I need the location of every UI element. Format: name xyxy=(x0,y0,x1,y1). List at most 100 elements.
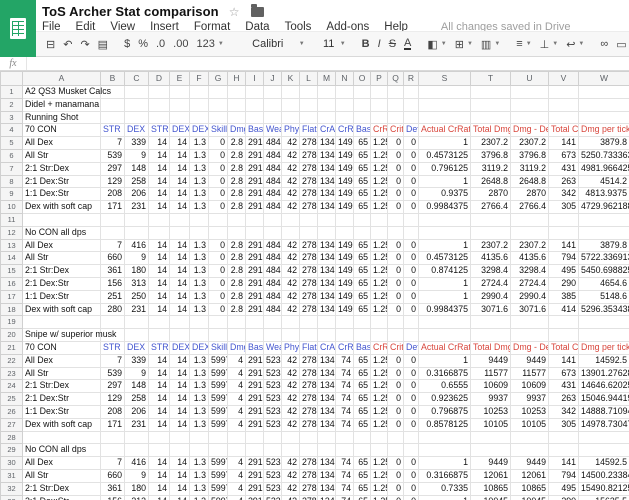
cell-I10[interactable]: 291 xyxy=(246,201,264,214)
row-header-31[interactable]: 31 xyxy=(1,469,23,482)
cell-U4[interactable]: Dmg - Def xyxy=(511,124,549,137)
insert-link-icon[interactable]: ∞ xyxy=(600,38,608,50)
cell-U21[interactable]: Dmg - Def xyxy=(511,341,549,354)
cell-D3[interactable] xyxy=(149,111,170,124)
cell-U28[interactable] xyxy=(511,431,549,444)
cell-B5[interactable]: 7 xyxy=(101,137,125,150)
cell-C30[interactable]: 416 xyxy=(125,457,149,470)
cell-A19[interactable] xyxy=(23,316,101,329)
cell-U1[interactable] xyxy=(511,86,549,99)
cell-G14[interactable]: 0 xyxy=(209,252,228,265)
cell-P16[interactable]: 1.25 xyxy=(371,277,388,290)
cell-A12[interactable]: No CON all dps xyxy=(23,226,101,239)
cell-S20[interactable] xyxy=(419,329,471,342)
cell-V14[interactable]: 794 xyxy=(549,252,579,265)
cell-K20[interactable] xyxy=(282,329,300,342)
cell-I29[interactable] xyxy=(246,444,264,457)
cell-E27[interactable]: 14 xyxy=(170,418,190,431)
cell-B23[interactable]: 539 xyxy=(101,367,125,380)
cell-J13[interactable]: 484 xyxy=(264,239,282,252)
cell-N11[interactable] xyxy=(336,213,354,226)
cell-S14[interactable]: 0.4573125 xyxy=(419,252,471,265)
cell-M22[interactable]: 134 xyxy=(318,354,336,367)
cell-Q23[interactable]: 0 xyxy=(388,367,404,380)
cell-T30[interactable]: 9449 xyxy=(471,457,511,470)
cell-Q30[interactable]: 0 xyxy=(388,457,404,470)
cell-D24[interactable]: 14 xyxy=(149,380,170,393)
cell-N22[interactable]: 74 xyxy=(336,354,354,367)
cell-I13[interactable]: 291 xyxy=(246,239,264,252)
cell-W20[interactable] xyxy=(579,329,629,342)
cell-F10[interactable]: 1.3 xyxy=(190,201,209,214)
cell-F4[interactable]: DEX xyxy=(190,124,209,137)
cell-C26[interactable]: 206 xyxy=(125,405,149,418)
column-header-D[interactable]: D xyxy=(149,72,170,86)
cell-T2[interactable] xyxy=(471,98,511,111)
cell-K33[interactable]: 42 xyxy=(282,495,300,500)
text-color-icon[interactable]: A xyxy=(404,38,411,50)
cell-R1[interactable] xyxy=(404,86,419,99)
column-header-N[interactable]: N xyxy=(336,72,354,86)
cell-R32[interactable]: 0 xyxy=(404,482,419,495)
cell-H13[interactable]: 2.8 xyxy=(228,239,246,252)
cell-E9[interactable]: 14 xyxy=(170,188,190,201)
cell-V32[interactable]: 495 xyxy=(549,482,579,495)
cell-N24[interactable]: 74 xyxy=(336,380,354,393)
cell-O23[interactable]: 65 xyxy=(354,367,371,380)
cell-M7[interactable]: 134 xyxy=(318,162,336,175)
cell-O19[interactable] xyxy=(354,316,371,329)
cell-V16[interactable]: 290 xyxy=(549,277,579,290)
number-format-menu[interactable]: 123▼ xyxy=(196,38,223,50)
cell-O13[interactable]: 65 xyxy=(354,239,371,252)
cell-V17[interactable]: 385 xyxy=(549,290,579,303)
cell-L33[interactable]: 278 xyxy=(300,495,318,500)
row-header-28[interactable]: 28 xyxy=(1,431,23,444)
cell-G15[interactable]: 0 xyxy=(209,265,228,278)
cell-F6[interactable]: 1.3 xyxy=(190,149,209,162)
row-header-24[interactable]: 24 xyxy=(1,380,23,393)
cell-U33[interactable]: 10045 xyxy=(511,495,549,500)
cell-E31[interactable]: 14 xyxy=(170,469,190,482)
cell-K27[interactable]: 42 xyxy=(282,418,300,431)
cell-K30[interactable]: 42 xyxy=(282,457,300,470)
redo-icon[interactable]: ↷ xyxy=(80,38,89,51)
column-header-O[interactable]: O xyxy=(354,72,371,86)
cell-L28[interactable] xyxy=(300,431,318,444)
cell-N3[interactable] xyxy=(336,111,354,124)
cell-J8[interactable]: 484 xyxy=(264,175,282,188)
cell-Q18[interactable]: 0 xyxy=(388,303,404,316)
cell-B6[interactable]: 539 xyxy=(101,149,125,162)
cell-T23[interactable]: 11577 xyxy=(471,367,511,380)
cell-V25[interactable]: 263 xyxy=(549,393,579,406)
cell-V5[interactable]: 141 xyxy=(549,137,579,150)
cell-V10[interactable]: 305 xyxy=(549,201,579,214)
cell-R2[interactable] xyxy=(404,98,419,111)
cell-V23[interactable]: 673 xyxy=(549,367,579,380)
cell-O21[interactable]: Base xyxy=(354,341,371,354)
cell-K15[interactable]: 42 xyxy=(282,265,300,278)
cell-U5[interactable]: 2307.2 xyxy=(511,137,549,150)
cell-C22[interactable]: 339 xyxy=(125,354,149,367)
cell-R12[interactable] xyxy=(404,226,419,239)
cell-V6[interactable]: 673 xyxy=(549,149,579,162)
cell-D27[interactable]: 14 xyxy=(149,418,170,431)
cell-O27[interactable]: 65 xyxy=(354,418,371,431)
cell-N9[interactable]: 149 xyxy=(336,188,354,201)
cell-G17[interactable]: 0 xyxy=(209,290,228,303)
cell-A3[interactable]: Running Shot xyxy=(23,111,101,124)
cell-C18[interactable]: 231 xyxy=(125,303,149,316)
cell-K4[interactable]: Phys xyxy=(282,124,300,137)
cell-L24[interactable]: 278 xyxy=(300,380,318,393)
cell-L22[interactable]: 278 xyxy=(300,354,318,367)
cell-G29[interactable] xyxy=(209,444,228,457)
cell-M27[interactable]: 134 xyxy=(318,418,336,431)
cell-D25[interactable]: 14 xyxy=(149,393,170,406)
cell-D6[interactable]: 14 xyxy=(149,149,170,162)
cell-H32[interactable]: 4 xyxy=(228,482,246,495)
cell-B21[interactable]: STR xyxy=(101,341,125,354)
strikethrough-icon[interactable]: S xyxy=(389,38,396,50)
print-icon[interactable]: ⊟ xyxy=(46,38,55,51)
cell-S29[interactable] xyxy=(419,444,471,457)
cell-F1[interactable] xyxy=(190,86,209,99)
cell-F23[interactable]: 1.3 xyxy=(190,367,209,380)
